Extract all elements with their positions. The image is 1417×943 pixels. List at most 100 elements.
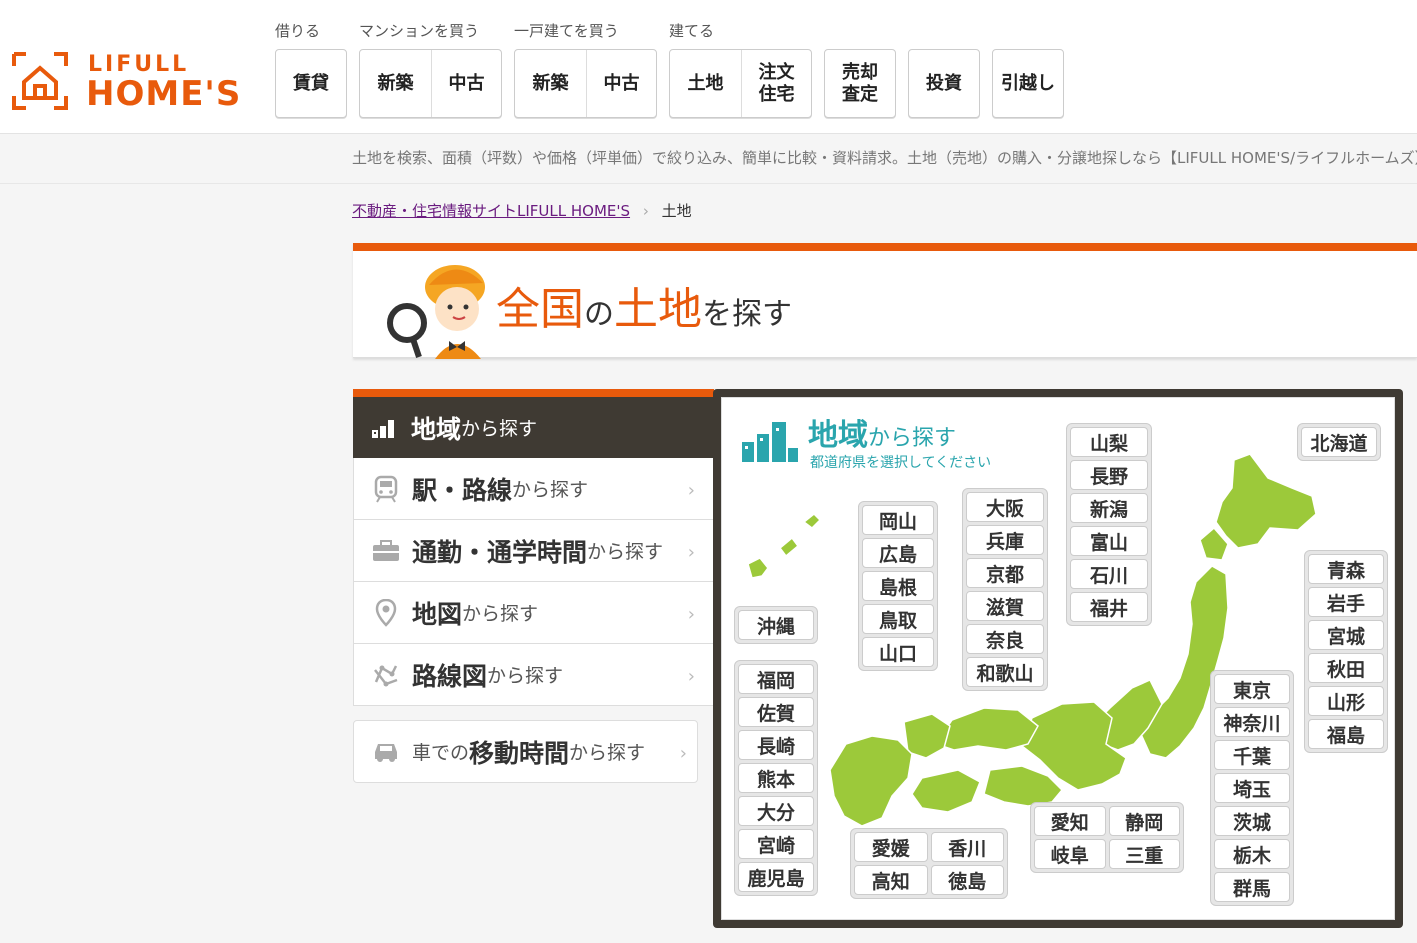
- pref-hiroshima-button[interactable]: 広島: [862, 538, 934, 568]
- pref-saitama-button[interactable]: 埼玉: [1214, 773, 1290, 803]
- region-hokkaido: 北海道: [1297, 423, 1381, 461]
- pref-yamaguchi-button[interactable]: 山口: [862, 637, 934, 667]
- pref-niigata-button[interactable]: 新潟: [1070, 493, 1148, 523]
- pref-nara-button[interactable]: 奈良: [966, 624, 1044, 654]
- nav-sell-button[interactable]: 売却 査定: [825, 50, 895, 117]
- nav-land-button[interactable]: 土地: [670, 50, 741, 117]
- nav-mansion-used-button[interactable]: 中古: [431, 50, 501, 117]
- pref-ishikawa-button[interactable]: 石川: [1070, 559, 1148, 589]
- pref-gifu-button[interactable]: 岐阜: [1034, 839, 1106, 869]
- menu-item-station[interactable]: 駅・路線 から探す ›: [353, 458, 714, 520]
- pref-nagasaki-button[interactable]: 長崎: [738, 730, 814, 760]
- breadcrumb: 不動産・住宅情報サイトLIFULL HOME'S › 土地: [352, 200, 692, 221]
- menu-item-commute[interactable]: 通勤・通学時間 から探す ›: [353, 520, 714, 582]
- nav-house-box: 新築 中古: [514, 49, 657, 118]
- pref-yamanashi-button[interactable]: 山梨: [1070, 427, 1148, 457]
- train-icon: [372, 475, 400, 503]
- menu-item-route[interactable]: 路線図 から探す ›: [353, 644, 714, 706]
- nav-mansion-new-button[interactable]: 新築: [360, 50, 431, 117]
- pref-shiga-button[interactable]: 滋賀: [966, 591, 1044, 621]
- pref-shimane-button[interactable]: 島根: [862, 571, 934, 601]
- menu-item-map[interactable]: 地図 から探す ›: [353, 582, 714, 644]
- nav-mansion-box: 新築 中古: [359, 49, 502, 118]
- mascot-detective-icon: [387, 265, 485, 359]
- title-part4: を探す: [702, 297, 792, 332]
- pref-kochi-button[interactable]: 高知: [854, 865, 928, 895]
- menu-item-car[interactable]: 車での 移動時間 から探す ›: [353, 720, 698, 783]
- logo[interactable]: LIFULL HOME'S: [10, 52, 260, 114]
- search-method-menu: 地域 から探す 駅・路線 から探す › 通勤・通学時間 から探す › 地図 から探す ›…: [353, 389, 714, 706]
- pref-okayama-button[interactable]: 岡山: [862, 505, 934, 535]
- pref-toyama-button[interactable]: 富山: [1070, 526, 1148, 556]
- pref-akita-button[interactable]: 秋田: [1308, 653, 1384, 683]
- pref-kagawa-button[interactable]: 香川: [930, 832, 1004, 862]
- map-pin-icon: [372, 598, 400, 627]
- pref-tottori-button[interactable]: 鳥取: [862, 604, 934, 634]
- chevron-right-icon: ›: [687, 666, 695, 687]
- nav-house-new-button[interactable]: 新築: [515, 50, 586, 117]
- menu-car-pre: 車での: [412, 742, 470, 764]
- nav-custom-house-button[interactable]: 注文 住宅: [741, 50, 811, 117]
- pref-ehime-button[interactable]: 愛媛: [854, 832, 928, 862]
- menu-item-area[interactable]: 地域 から探す: [353, 389, 714, 458]
- menu-station-main: 駅・路線: [412, 475, 513, 505]
- pref-fukushima-button[interactable]: 福島: [1308, 719, 1384, 749]
- page-title: 全国の土地を探す: [496, 273, 792, 337]
- region-kyushu: 福岡 佐賀 長崎 熊本 大分 宮崎 鹿児島: [734, 660, 818, 896]
- nav-label-rent: 借りる: [275, 22, 321, 40]
- briefcase-icon: [372, 537, 400, 565]
- pref-tokushima-button[interactable]: 徳島: [930, 865, 1004, 895]
- pref-gunma-button[interactable]: 群馬: [1214, 872, 1290, 902]
- pref-miyagi-button[interactable]: 宮城: [1308, 620, 1384, 650]
- pref-saga-button[interactable]: 佐賀: [738, 697, 814, 727]
- nav-move-button[interactable]: 引越し: [993, 50, 1063, 117]
- nav-rent-button[interactable]: 賃貸: [276, 50, 346, 117]
- pref-kagoshima-button[interactable]: 鹿児島: [738, 862, 814, 892]
- pref-osaka-button[interactable]: 大阪: [966, 492, 1044, 522]
- region-kansai: 大阪 兵庫 京都 滋賀 奈良 和歌山: [962, 488, 1048, 691]
- nav-move-box: 引越し: [992, 49, 1064, 118]
- house-logo-icon: [12, 52, 68, 110]
- site-header: LIFULL HOME'S 借りる マンションを買う 一戸建てを買う 建てる 賃…: [0, 0, 1417, 134]
- pref-miyazaki-button[interactable]: 宮崎: [738, 829, 814, 859]
- prefecture-map: 地域から探す 都道府県を選択してください 北海道 山梨 長野 新潟 富山 石川 …: [721, 397, 1395, 920]
- pref-fukuoka-button[interactable]: 福岡: [738, 664, 814, 694]
- breadcrumb-current: 土地: [661, 202, 692, 220]
- menu-area-sub: から探す: [461, 418, 538, 440]
- pref-ibaraki-button[interactable]: 茨城: [1214, 806, 1290, 836]
- pref-tochigi-button[interactable]: 栃木: [1214, 839, 1290, 869]
- nav-custom-l1: 注文: [758, 61, 795, 83]
- pref-hyogo-button[interactable]: 兵庫: [966, 525, 1044, 555]
- pref-wakayama-button[interactable]: 和歌山: [966, 657, 1044, 687]
- region-tohoku: 青森 岩手 宮城 秋田 山形 福島: [1304, 550, 1388, 753]
- chevron-right-icon: ›: [679, 743, 687, 764]
- nav-invest-box: 投資: [908, 49, 980, 118]
- menu-route-sub: から探す: [487, 665, 564, 687]
- pref-yamagata-button[interactable]: 山形: [1308, 686, 1384, 716]
- nav-sell-l2: 査定: [842, 83, 878, 105]
- pref-aomori-button[interactable]: 青森: [1308, 554, 1384, 584]
- pref-chiba-button[interactable]: 千葉: [1214, 740, 1290, 770]
- pref-kanagawa-button[interactable]: 神奈川: [1214, 707, 1290, 737]
- nav-sell-l1: 売却: [842, 61, 878, 83]
- nav-invest-button[interactable]: 投資: [909, 50, 979, 117]
- pref-shizuoka-button[interactable]: 静岡: [1108, 806, 1180, 836]
- pref-okinawa-button[interactable]: 沖縄: [738, 610, 814, 640]
- pref-aichi-button[interactable]: 愛知: [1034, 806, 1106, 836]
- nav-house-used-button[interactable]: 中古: [586, 50, 656, 117]
- nav-sell-box: 売却 査定: [824, 49, 896, 118]
- pref-kyoto-button[interactable]: 京都: [966, 558, 1044, 588]
- pref-tokyo-button[interactable]: 東京: [1214, 674, 1290, 704]
- pref-iwate-button[interactable]: 岩手: [1308, 587, 1384, 617]
- pref-fukui-button[interactable]: 福井: [1070, 592, 1148, 622]
- nav-label-build: 建てる: [669, 22, 715, 40]
- pref-nagano-button[interactable]: 長野: [1070, 460, 1148, 490]
- breadcrumb-home-link[interactable]: 不動産・住宅情報サイトLIFULL HOME'S: [352, 202, 630, 220]
- building-icon: [371, 414, 399, 442]
- nav-rent-box: 賃貸: [275, 49, 347, 118]
- nav-custom-l2: 住宅: [758, 83, 795, 105]
- pref-mie-button[interactable]: 三重: [1108, 839, 1180, 869]
- pref-hokkaido-button[interactable]: 北海道: [1301, 427, 1377, 457]
- pref-kumamoto-button[interactable]: 熊本: [738, 763, 814, 793]
- pref-oita-button[interactable]: 大分: [738, 796, 814, 826]
